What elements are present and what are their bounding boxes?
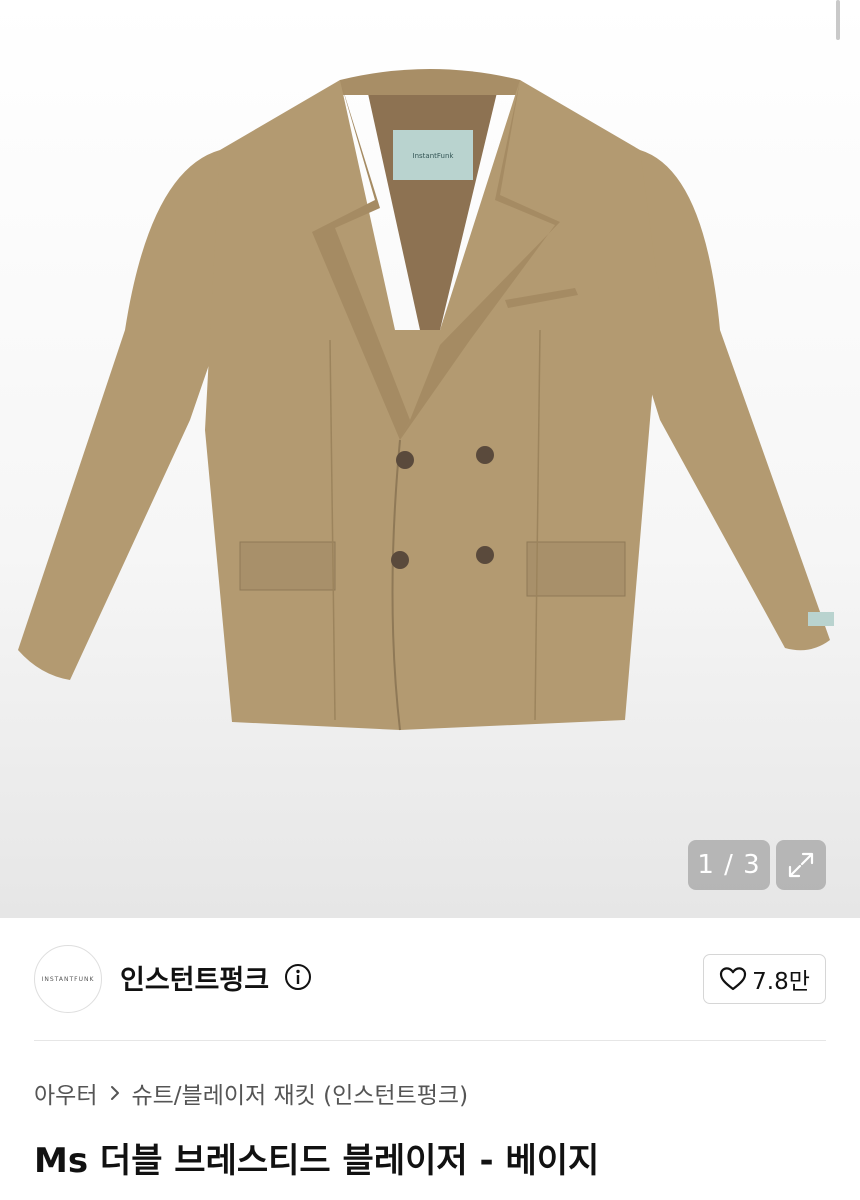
product-title: Ms 더블 브레스티드 블레이저 - 베이지 <box>34 1141 600 1181</box>
image-counter: 1 / 3 <box>688 840 770 890</box>
scroll-indicator <box>836 0 840 40</box>
heart-icon <box>720 967 747 991</box>
breadcrumb: 아우터 슈트/블레이저 재킷 (인스턴트펑크) <box>34 1076 468 1110</box>
brand-name[interactable]: 인스턴트펑크 <box>120 958 269 997</box>
expand-image-button[interactable] <box>776 840 826 890</box>
collar-label-text: InstantFunk <box>413 152 455 160</box>
like-count: 7.8만 <box>752 969 810 995</box>
brand-avatar-text: INSTANTFUNK <box>41 975 95 983</box>
product-image-gallery[interactable]: InstantFunk 1 / 3 <box>0 0 860 918</box>
info-icon[interactable] <box>284 963 312 991</box>
expand-icon <box>788 852 814 878</box>
breadcrumb-subcategory[interactable]: 슈트/블레이저 재킷 (인스턴트펑크) <box>131 1076 468 1110</box>
breadcrumb-category[interactable]: 아우터 <box>34 1076 97 1110</box>
divider <box>34 1040 826 1041</box>
chevron-right-icon <box>109 1084 121 1102</box>
like-button[interactable]: 7.8만 <box>703 954 826 1004</box>
brand-row: INSTANTFUNK 인스턴트펑크 7.8만 <box>0 918 860 1040</box>
brand-avatar[interactable]: INSTANTFUNK <box>34 945 102 1013</box>
product-image: InstantFunk <box>0 0 860 918</box>
